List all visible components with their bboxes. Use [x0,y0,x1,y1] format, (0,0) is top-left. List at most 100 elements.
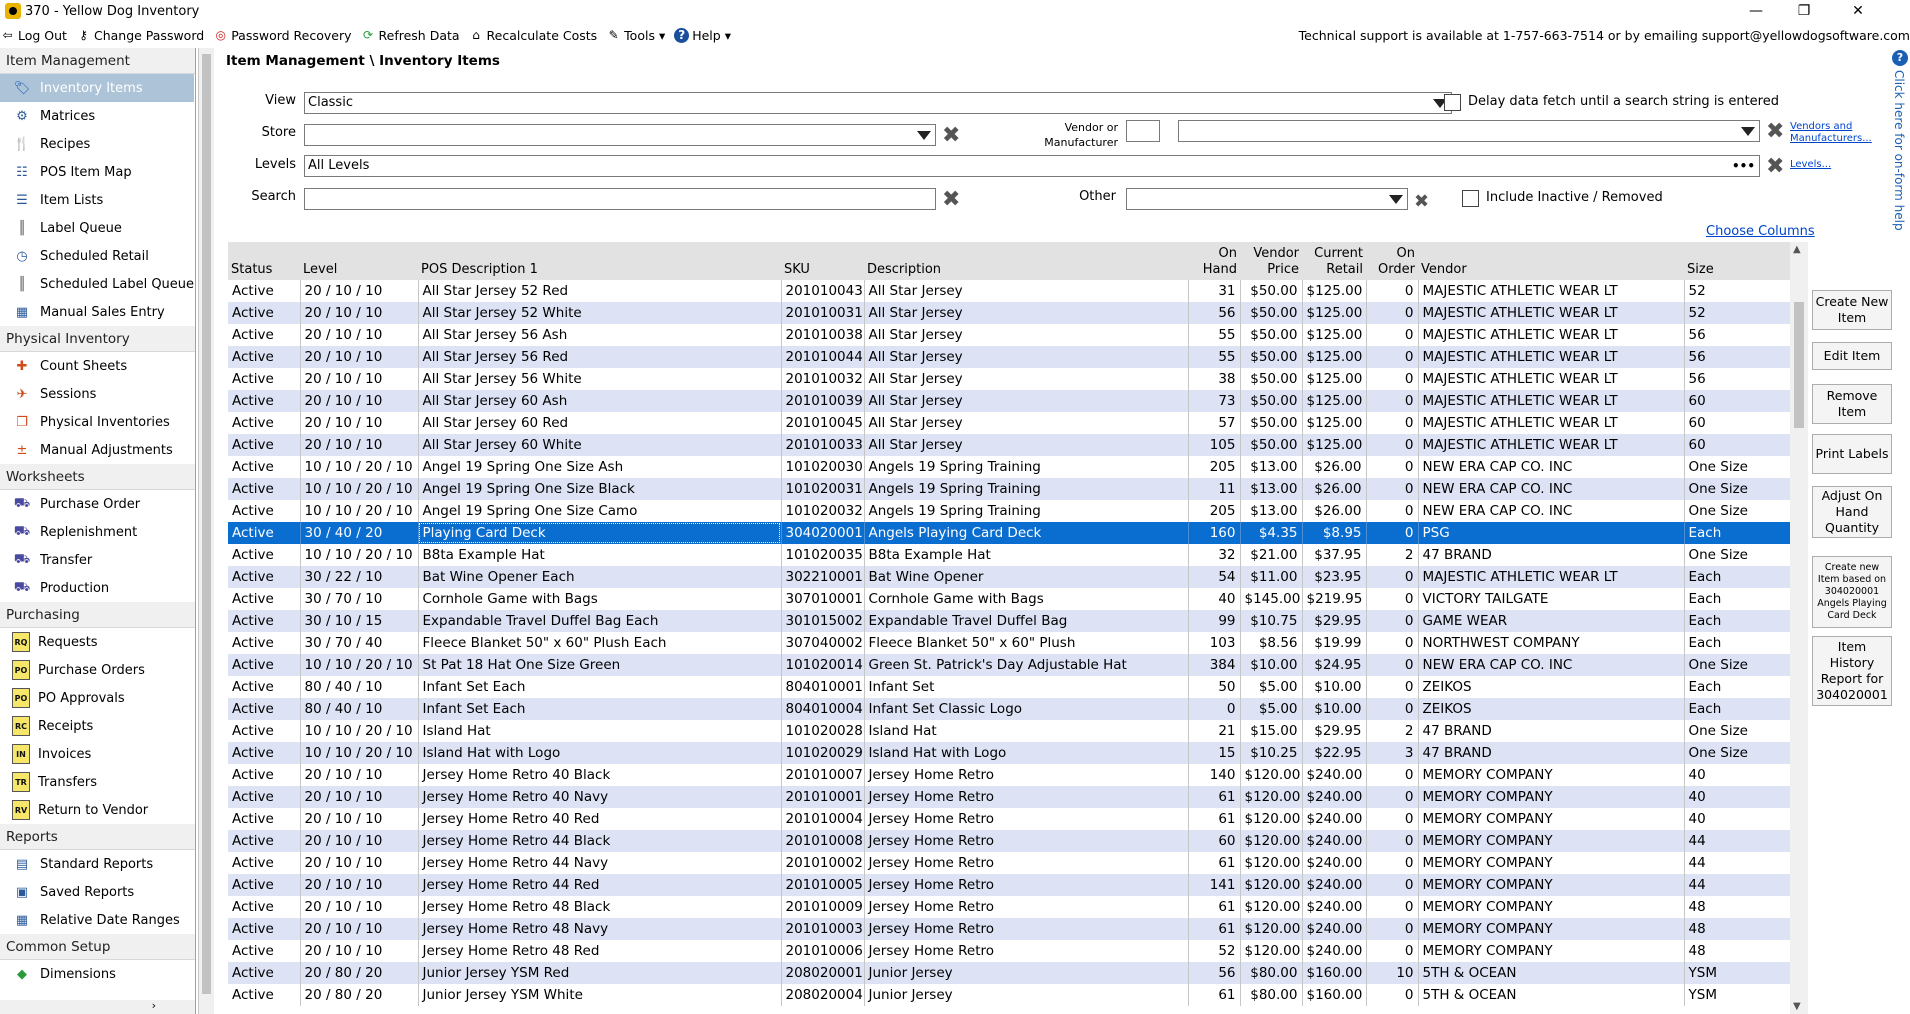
table-row[interactable]: Active 20 / 10 / 10 Jersey Home Retro 40 R… [228,808,1804,830]
column-header-on-order[interactable]: On Order [1366,242,1418,280]
sidebar-item-po-approvals[interactable]: PO PO Approvals [0,684,195,712]
sidebar-item-transfer[interactable]: ⛟ Transfer [0,546,195,574]
table-row[interactable]: Active 80 / 40 / 10 Infant Set Each 8040100… [228,676,1804,698]
table-row[interactable]: Active 20 / 10 / 10 All Star Jersey 56 Red… [228,346,1804,368]
sidebar-item-production[interactable]: ⛟ Production [0,574,195,602]
levels-field[interactable]: All Levels ••• [304,155,1760,177]
table-row[interactable]: Active 20 / 80 / 20 Junior Jersey YSM Red 2… [228,962,1804,984]
menu-item-refresh[interactable]: ⟳ Refresh Data [361,28,460,43]
column-header-sku[interactable]: SKU [781,242,864,280]
sidebar-section-header[interactable]: Common Setup [0,934,195,960]
sidebar-item-invoices[interactable]: IN Invoices [0,740,195,768]
help-tab[interactable]: ? Click here for on-form help [1890,48,1910,248]
vendor-code-input[interactable] [1126,120,1160,142]
create-based-on-button[interactable]: Create new Item based on 304020001 Angel… [1812,556,1892,628]
choose-columns-link[interactable]: Choose Columns [1706,224,1815,239]
table-row[interactable]: Active 20 / 10 / 10 Jersey Home Retro 48 B… [228,896,1804,918]
menu-item-help[interactable]: ? Help ▾ [674,27,731,43]
column-header-size[interactable]: Size [1684,242,1804,280]
edit-item-button[interactable]: Edit Item [1812,342,1892,370]
column-header-on-hand[interactable]: On Hand [1188,242,1240,280]
vendor-select[interactable] [1178,120,1760,142]
table-row[interactable]: Active 20 / 10 / 10 Jersey Home Retro 44 B… [228,830,1804,852]
clear-search-icon[interactable]: ✖ [942,189,960,211]
sidebar-item-label-queue[interactable]: ║ Label Queue [0,214,195,242]
clear-levels-icon[interactable]: ✖ [1766,156,1784,178]
column-header-pos-description-1[interactable]: POS Description 1 [418,242,781,280]
print-labels-button[interactable]: Print Labels [1812,434,1892,474]
table-row[interactable]: Active 20 / 10 / 10 Jersey Home Retro 40 N… [228,786,1804,808]
sidebar-section-header[interactable]: Worksheets [0,464,195,490]
vendors-manufacturers-link[interactable]: Vendors and Manufacturers... [1790,121,1872,145]
table-row[interactable]: Active 10 / 10 / 20 / 10 Angel 19 Spring O… [228,478,1804,500]
table-row[interactable]: Active 80 / 40 / 10 Infant Set Each 8040100… [228,698,1804,720]
levels-picker-button[interactable]: ••• [1732,156,1755,176]
sidebar-item-return-to-vendor[interactable]: RV Return to Vendor [0,796,195,824]
sidebar-item-replenishment[interactable]: ⛟ Replenishment [0,518,195,546]
sidebar-item-sessions[interactable]: ✈ Sessions [0,380,195,408]
table-row[interactable]: Active 20 / 10 / 10 All Star Jersey 56 Ash… [228,324,1804,346]
table-row[interactable]: Active 30 / 70 / 40 Fleece Blanket 50" x 6… [228,632,1804,654]
scroll-down-icon[interactable]: ▼ [1793,1001,1801,1012]
table-row[interactable]: Active 20 / 10 / 10 Jersey Home Retro 40 B… [228,764,1804,786]
table-row[interactable]: Active 10 / 10 / 20 / 10 Angel 19 Spring O… [228,500,1804,522]
menu-item-key[interactable]: ⚷ Change Password [76,28,204,43]
sidebar-item-relative-date-ranges[interactable]: ▦ Relative Date Ranges [0,906,195,934]
sidebar-item-item-lists[interactable]: ☰ Item Lists [0,186,195,214]
sidebar-item-saved-reports[interactable]: ▣ Saved Reports [0,878,195,906]
clear-vendor-icon[interactable]: ✖ [1766,121,1784,143]
table-row[interactable]: Active 10 / 10 / 20 / 10 Island Hat 1010200… [228,720,1804,742]
menu-item-lifebuoy[interactable]: ◎ Password Recovery [213,28,351,43]
chevron-right-icon[interactable]: › [152,999,156,1012]
sidebar-item-manual-adjustments[interactable]: ± Manual Adjustments [0,436,195,464]
adjust-on-hand-button[interactable]: Adjust On Hand Quantity [1812,486,1892,538]
sidebar-item-purchase-orders[interactable]: PO Purchase Orders [0,656,195,684]
table-row[interactable]: Active 10 / 10 / 20 / 10 Angel 19 Spring O… [228,456,1804,478]
sidebar-section-header[interactable]: Purchasing [0,602,195,628]
sidebar-item-scheduled-retail[interactable]: ◷ Scheduled Retail [0,242,195,270]
table-row[interactable]: Active 20 / 10 / 10 Jersey Home Retro 44 R… [228,874,1804,896]
table-row[interactable]: Active 10 / 10 / 20 / 10 Island Hat with L… [228,742,1804,764]
sidebar-scrollbar[interactable] [198,48,214,1014]
table-row[interactable]: Active 20 / 10 / 10 All Star Jersey 60 Red… [228,412,1804,434]
menu-item-logout[interactable]: ⇦ Log Out [0,28,67,43]
clear-other-icon[interactable]: ✖ [1414,191,1429,213]
sidebar-section-header[interactable]: Physical Inventory [0,326,195,352]
sidebar-item-requests[interactable]: RQ Requests [0,628,195,656]
delay-fetch-checkbox[interactable] [1444,94,1461,111]
sidebar-section-header[interactable]: Item Management [0,48,195,74]
item-history-button[interactable]: Item History Report for 304020001 [1812,636,1892,706]
table-row[interactable]: Active 20 / 10 / 10 Jersey Home Retro 44 N… [228,852,1804,874]
sidebar-item-standard-reports[interactable]: ▤ Standard Reports [0,850,195,878]
grid-scrollbar-thumb[interactable] [1794,302,1804,428]
table-row[interactable]: Active 10 / 10 / 20 / 10 B8ta Example Hat 1… [228,544,1804,566]
column-header-vendor-price[interactable]: Vendor Price [1240,242,1302,280]
sidebar-item-dimensions[interactable]: ◆ Dimensions [0,960,195,988]
sidebar-item-purchase-order[interactable]: ⛟ Purchase Order [0,490,195,518]
grid-scrollbar[interactable]: ▲ ▼ [1790,242,1808,1014]
sidebar-section-header[interactable]: Reports [0,824,195,850]
table-row[interactable]: Active 20 / 10 / 10 Jersey Home Retro 48 N… [228,918,1804,940]
sidebar-item-matrices[interactable]: ⚙ Matrices [0,102,195,130]
menu-item-wrench[interactable]: ✎ Tools ▾ [606,28,666,43]
remove-item-button[interactable]: Remove Item [1812,384,1892,424]
table-row[interactable]: Active 30 / 10 / 15 Expandable Travel Duff… [228,610,1804,632]
sidebar-item-inventory-items[interactable]: 🏷 Inventory Items [0,74,194,102]
table-row[interactable]: Active 20 / 10 / 10 All Star Jersey 60 Whi… [228,434,1804,456]
column-header-level[interactable]: Level [300,242,418,280]
column-header-description[interactable]: Description [864,242,1188,280]
table-row[interactable]: Active 20 / 10 / 10 All Star Jersey 52 Whi… [228,302,1804,324]
table-row[interactable]: Active 20 / 10 / 10 All Star Jersey 60 Ash… [228,390,1804,412]
create-new-item-button[interactable]: Create New Item [1812,290,1892,330]
menu-item-bank[interactable]: ⌂ Recalculate Costs [469,28,597,43]
sidebar-item-receipts[interactable]: RC Receipts [0,712,195,740]
include-inactive-checkbox[interactable] [1462,190,1479,207]
sidebar-hscrollbar[interactable]: › [0,999,195,1014]
table-row[interactable]: Active 30 / 70 / 10 Cornhole Game with Bag… [228,588,1804,610]
view-select[interactable]: Classic [304,92,1452,114]
table-row[interactable]: Active 30 / 40 / 20 Playing Card Deck 30402… [228,522,1804,544]
sidebar-item-manual-sales-entry[interactable]: ▦ Manual Sales Entry [0,298,195,326]
store-select[interactable] [304,124,936,146]
column-header-status[interactable]: Status [228,242,300,280]
table-row[interactable]: Active 10 / 10 / 20 / 10 St Pat 18 Hat One… [228,654,1804,676]
